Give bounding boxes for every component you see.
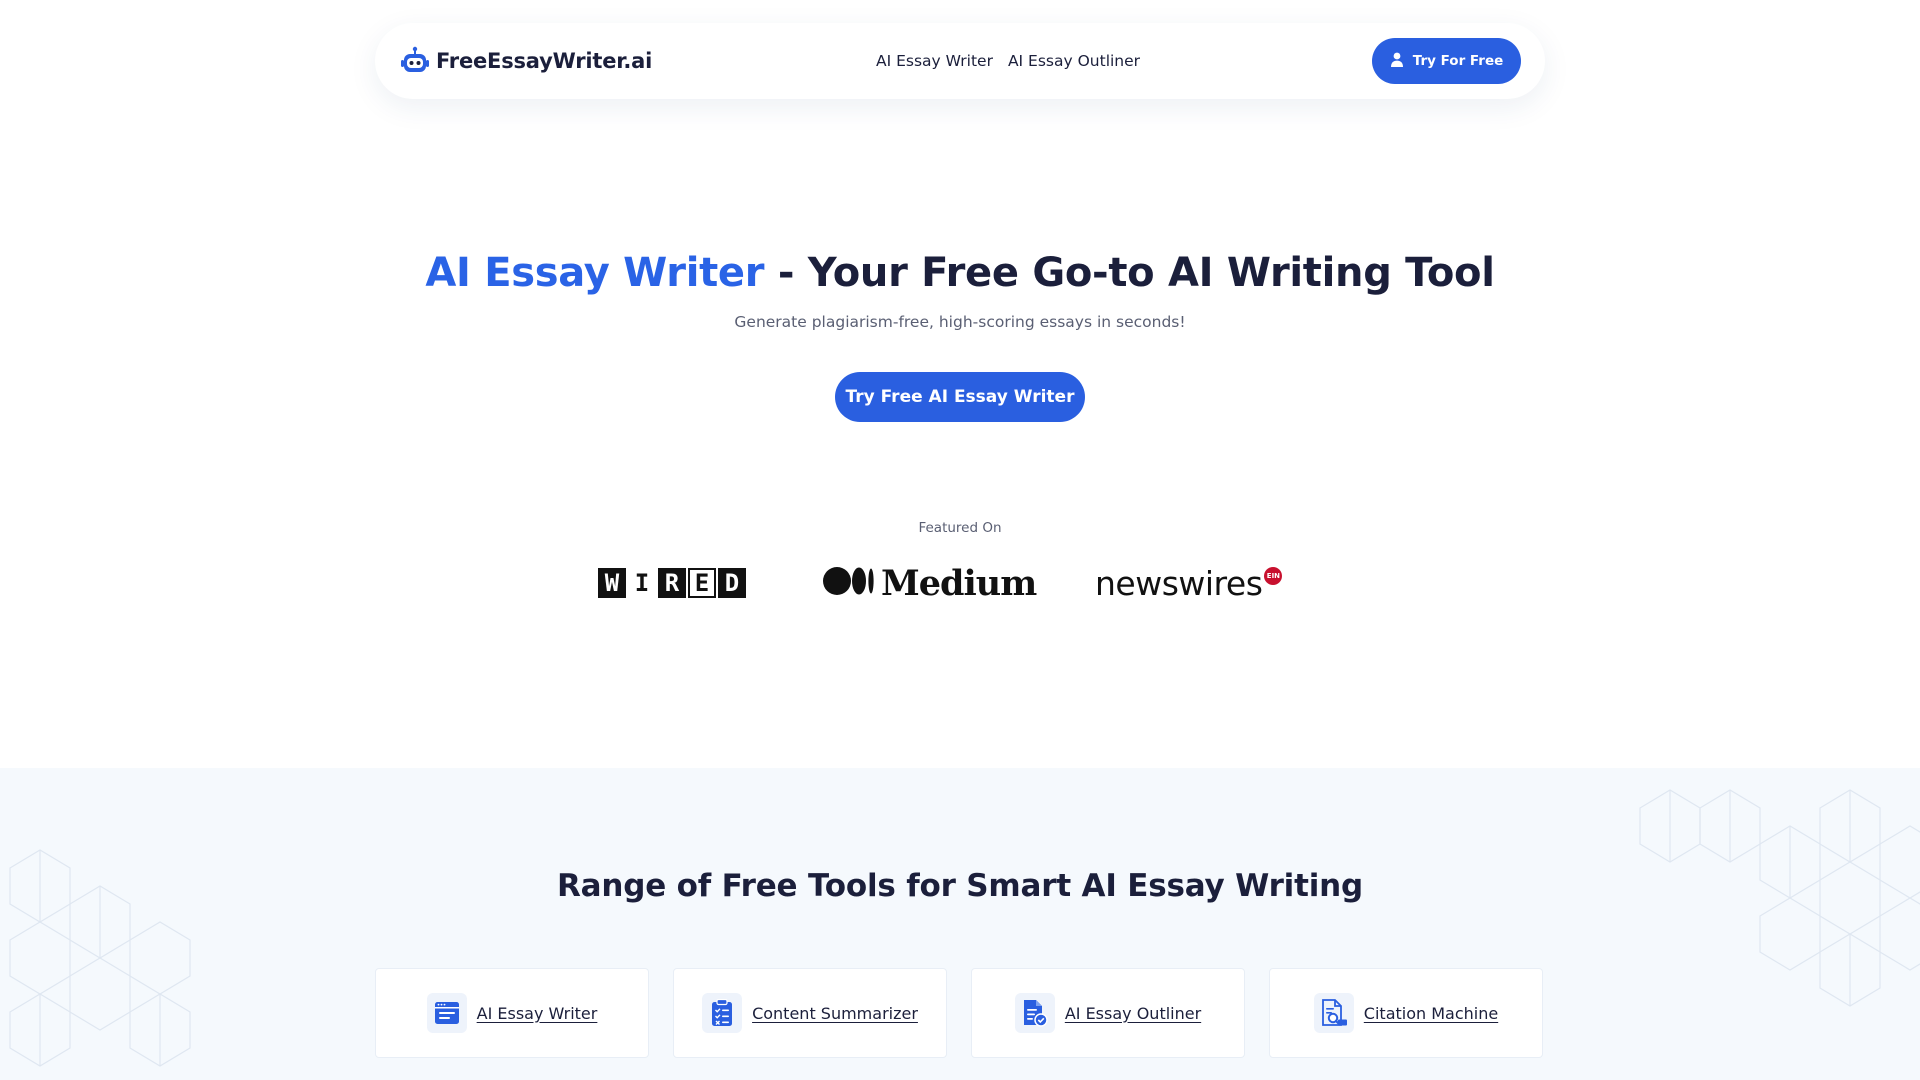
top-navbar: FreeEssayWriter.ai AI Essay Writer AI Es… [375, 23, 1545, 99]
newswires-wordmark: newswires [1095, 563, 1263, 603]
try-for-free-button[interactable]: Try For Free [1372, 38, 1521, 84]
brand-home-link[interactable]: FreeEssayWriter.ai [399, 45, 652, 77]
wired-logo: W I R E D [598, 560, 746, 606]
try-free-ai-essay-writer-button[interactable]: Try Free AI Essay Writer [835, 372, 1085, 422]
medium-mark-icon [823, 566, 875, 600]
tool-label: AI Essay Outliner [1064, 1003, 1202, 1023]
brand-name: FreeEssayWriter.ai [436, 49, 653, 73]
tool-card-citation-machine[interactable]: Citation Machine [1269, 968, 1543, 1058]
newswires-logo: newswires EIN [1095, 560, 1283, 606]
hero-title-rest: - Your Free Go-to AI Writing Tool [764, 250, 1495, 296]
hero-title-accent: AI Essay Writer [425, 250, 765, 296]
wired-letter: E [688, 568, 716, 598]
hero-subtitle: Generate plagiarism-free, high-scoring e… [734, 313, 1186, 331]
document-check-icon [1014, 993, 1055, 1033]
hex-pattern-left [9, 849, 191, 1067]
featured-logos: W I R E D Medium newswires EIN [0, 560, 1920, 606]
wired-letter: I [628, 568, 656, 598]
robot-icon [399, 45, 431, 77]
tool-label: AI Essay Writer [476, 1003, 598, 1023]
wired-letter: R [658, 568, 686, 598]
hex-pattern-right [1639, 789, 1920, 1007]
hero-title: AI Essay Writer - Your Free Go-to AI Wri… [0, 250, 1920, 296]
wired-letter: D [718, 568, 746, 598]
try-for-free-label: Try For Free [1412, 53, 1504, 69]
tools-section-title: Range of Free Tools for Smart AI Essay W… [556, 868, 1363, 904]
medium-wordmark: Medium [881, 562, 1037, 604]
browser-window-icon [426, 993, 467, 1033]
tool-card-ai-essay-writer[interactable]: AI Essay Writer [375, 968, 649, 1058]
wired-letter: W [598, 568, 626, 598]
document-search-icon [1313, 993, 1354, 1033]
tool-card-content-summarizer[interactable]: Content Summarizer [673, 968, 947, 1058]
user-icon [1390, 52, 1404, 71]
tool-label: Citation Machine [1363, 1003, 1499, 1023]
nav-link-ai-essay-writer[interactable]: AI Essay Writer [876, 52, 993, 70]
tool-label: Content Summarizer [752, 1003, 918, 1023]
clipboard-checklist-icon [702, 993, 743, 1033]
free-tools-section: Range of Free Tools for Smart AI Essay W… [0, 768, 1920, 1080]
ein-badge: EIN [1264, 567, 1283, 585]
medium-logo: Medium [823, 560, 1037, 606]
featured-on-label: Featured On [918, 520, 1002, 536]
main-nav: AI Essay Writer AI Essay Outliner [876, 23, 1140, 99]
nav-link-ai-essay-outliner[interactable]: AI Essay Outliner [1008, 52, 1140, 70]
tool-card-ai-essay-outliner[interactable]: AI Essay Outliner [971, 968, 1245, 1058]
